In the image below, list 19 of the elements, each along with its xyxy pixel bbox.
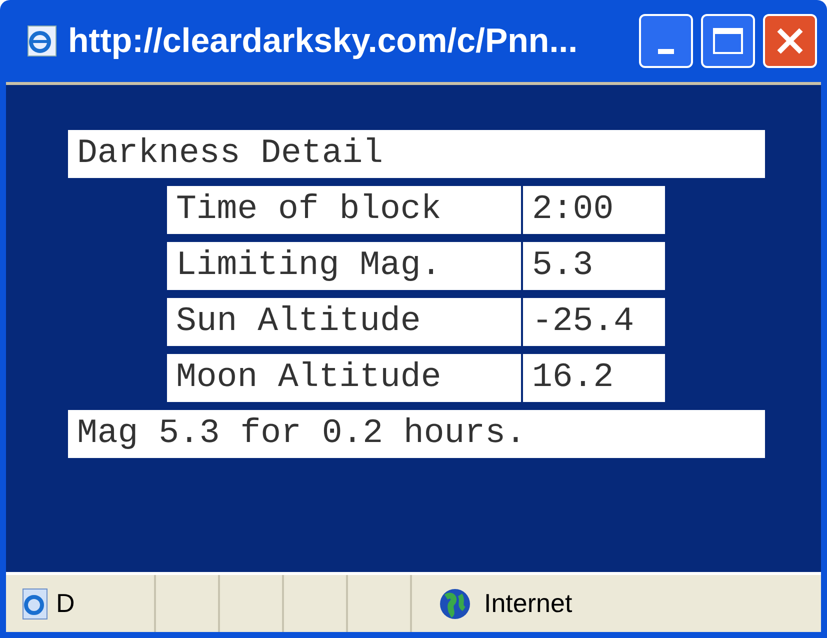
label-cell: Moon Altitude [167,354,521,402]
window-title: http://cleardarksky.com/c/Pnn... [68,20,579,62]
value-cell: 5.3 [523,242,665,290]
summary-cell: Mag 5.3 for 0.2 hours. [68,410,765,458]
value-cell: -25.4 [523,298,665,346]
label-cell: Limiting Mag. [167,242,521,290]
page-status-text: D [56,587,75,620]
close-button[interactable] [763,14,817,68]
label-cell: Sun Altitude [167,298,521,346]
page-icon [20,586,50,620]
heading-cell: Darkness Detail [68,130,765,178]
minimize-button[interactable] [639,14,693,68]
globe-icon [438,586,472,620]
maximize-button[interactable] [701,14,755,68]
value-cell: 16.2 [523,354,665,402]
zone-text: Internet [484,587,572,620]
close-icon [775,26,805,56]
label-cell: Time of block [167,186,521,234]
value-cell: 2:00 [523,186,665,234]
